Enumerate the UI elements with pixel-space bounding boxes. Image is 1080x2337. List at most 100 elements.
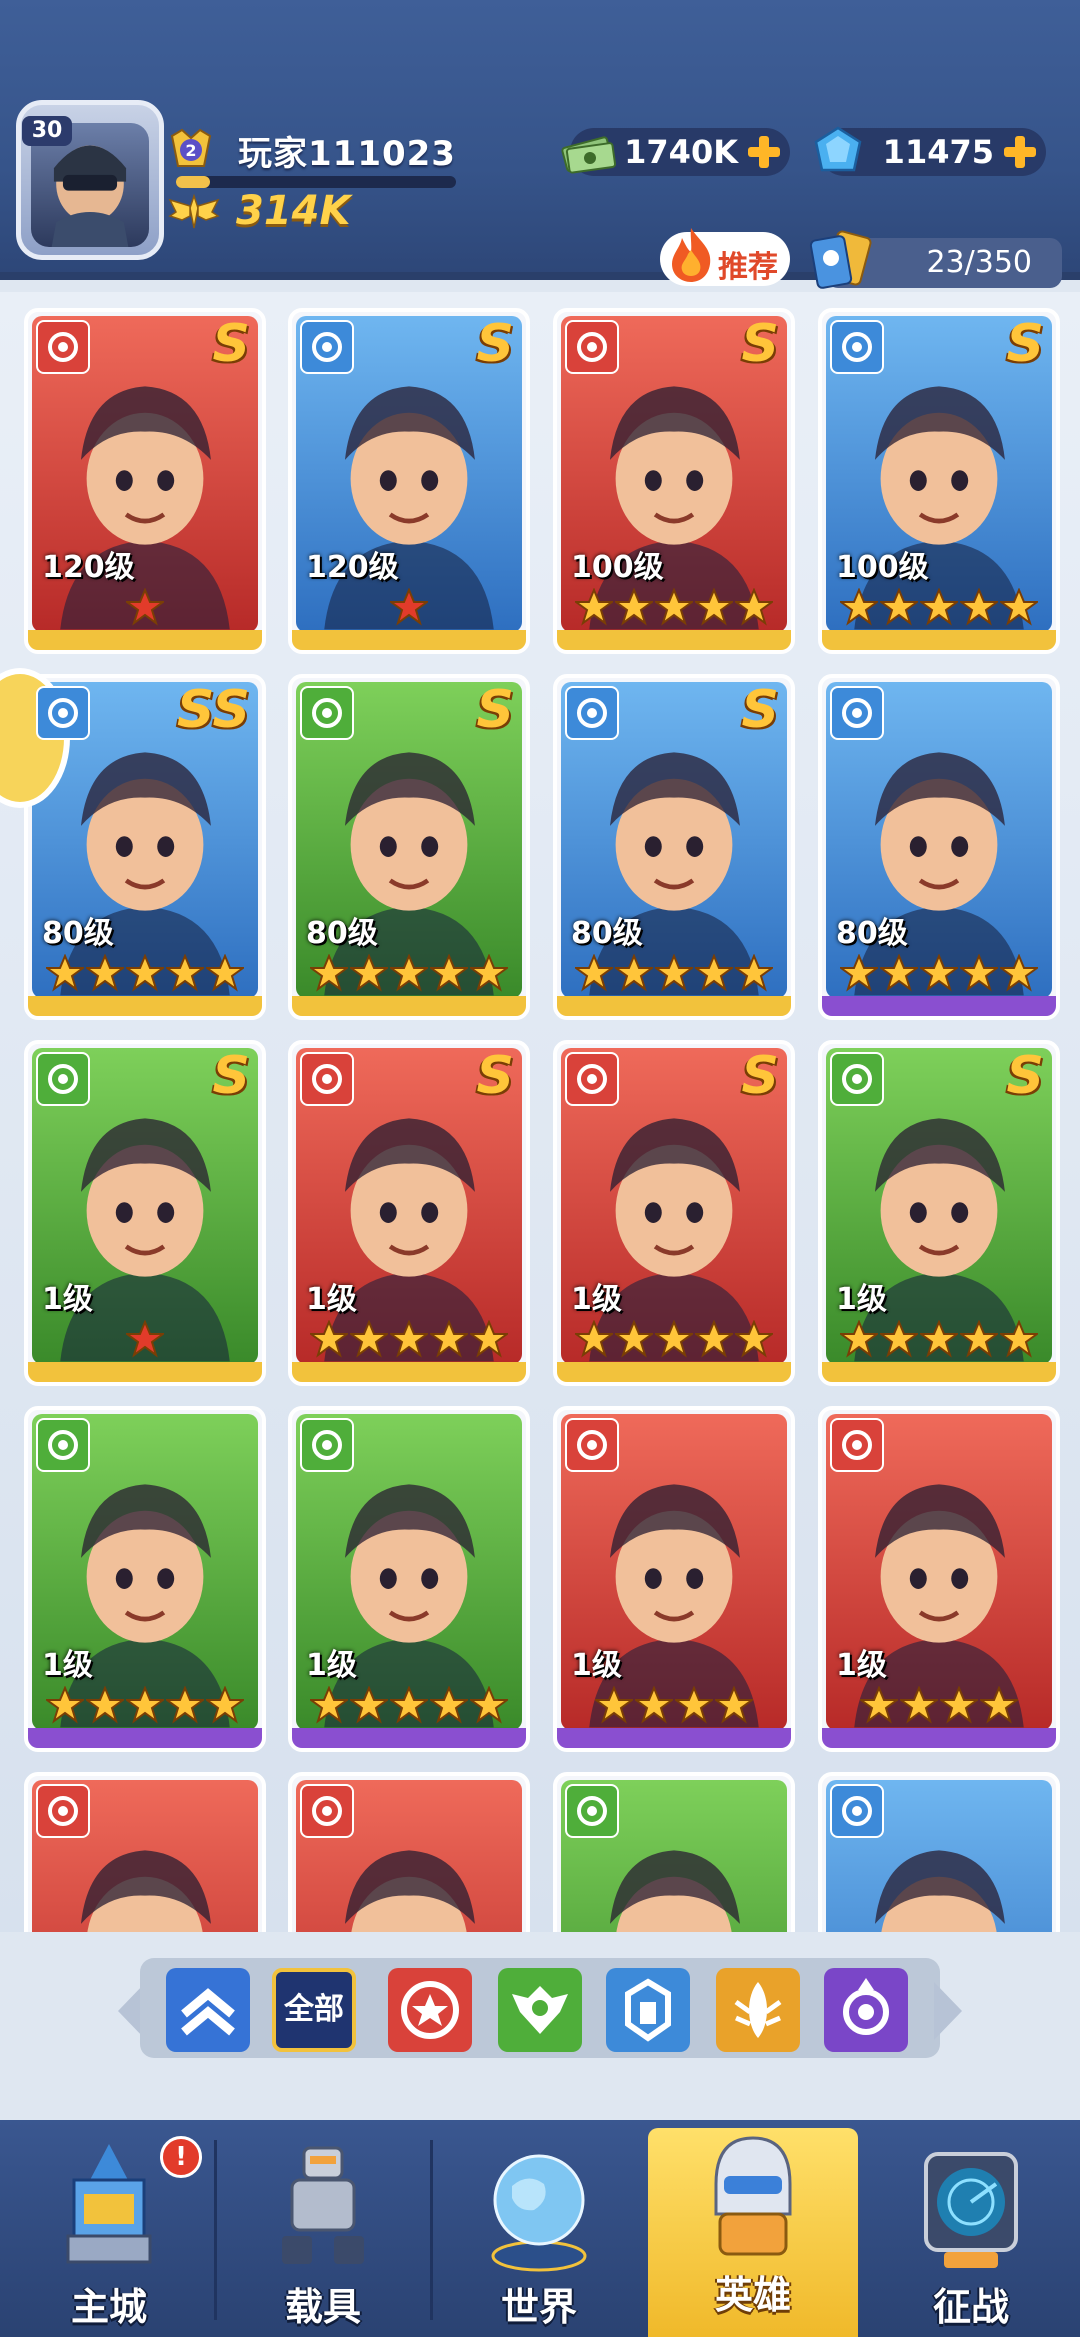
hero-card[interactable]: 80级 — [818, 674, 1060, 1020]
filter-green-faction-button[interactable] — [498, 1968, 582, 2052]
hero-level: 80级 — [306, 916, 378, 951]
hero-rarity: S — [741, 314, 779, 374]
filter-scroll-right-icon[interactable] — [928, 1976, 968, 2046]
hero-card-quality-strip — [557, 1362, 791, 1382]
diamond-value: 11475 — [882, 133, 994, 171]
star-icon — [86, 954, 124, 992]
faction-green-icon — [36, 1418, 90, 1472]
hero-card[interactable] — [288, 1772, 530, 1932]
filter-rank-icon — [181, 1988, 235, 2036]
hero-card[interactable]: 1级 — [818, 1406, 1060, 1752]
faction-red-icon — [36, 320, 90, 374]
star-icon — [430, 1320, 468, 1358]
hero-card[interactable]: S 100级 — [818, 308, 1060, 654]
hero-cards-icon — [809, 230, 872, 289]
hero-card[interactable]: 1级 — [553, 1406, 795, 1752]
hero-level: 120级 — [42, 550, 135, 585]
tab-world-label: 世界 — [500, 2285, 577, 2329]
hero-card[interactable]: S 120级 — [24, 308, 266, 654]
hero-card[interactable]: S 120级 — [288, 308, 530, 654]
hero-card[interactable]: S 80级 — [288, 674, 530, 1020]
hero-stars — [832, 954, 1046, 994]
star-icon — [920, 954, 958, 992]
hero-helmet-icon — [714, 2136, 792, 2256]
hero-card[interactable] — [818, 1772, 1060, 1932]
hero-card-quality-strip — [557, 996, 791, 1016]
hero-level: 1级 — [836, 1648, 887, 1683]
star-icon — [575, 954, 613, 992]
faction-blue-icon — [830, 686, 884, 740]
filter-purple-faction-button[interactable] — [824, 1968, 908, 2052]
filter-blue-faction-button[interactable] — [606, 1968, 690, 2052]
radar-icon — [924, 2152, 1018, 2268]
hero-card[interactable]: S 1级 — [553, 1040, 795, 1386]
star-icon — [880, 588, 918, 626]
hero-card[interactable]: S 80级 — [553, 674, 795, 1020]
star-icon — [635, 1686, 673, 1724]
hero-level: 120级 — [306, 550, 399, 585]
filter-blue-faction-icon — [625, 1978, 671, 2042]
hero-card[interactable]: S 1级 — [288, 1040, 530, 1386]
filter-gold-faction-icon — [734, 1982, 782, 2038]
diamond-icon — [814, 126, 862, 172]
hero-card[interactable]: 1级 — [24, 1406, 266, 1752]
star-icon — [206, 954, 244, 992]
hero-card-quality-strip — [292, 1362, 526, 1382]
star-icon — [126, 1686, 164, 1724]
hero-card[interactable]: S 100级 — [553, 308, 795, 654]
recommend-label: 推荐 — [718, 250, 778, 285]
hero-card-quality-strip — [292, 996, 526, 1016]
hero-card[interactable]: SS 80级 — [24, 674, 266, 1020]
hero-card-quality-strip — [557, 1728, 791, 1748]
hero-card[interactable]: S 1级 — [24, 1040, 266, 1386]
filter-gold-faction-button[interactable] — [716, 1968, 800, 2052]
tab-campaign-label: 征战 — [932, 2285, 1009, 2329]
hero-card[interactable]: S 1级 — [818, 1040, 1060, 1386]
hero-stars — [832, 1686, 1046, 1726]
hero-card[interactable]: 1级 — [288, 1406, 530, 1752]
faction-blue-icon — [830, 320, 884, 374]
add-cash-button[interactable] — [746, 134, 782, 170]
combat-power: 314K — [236, 188, 351, 234]
star-icon — [735, 588, 773, 626]
faction-blue-icon — [565, 686, 619, 740]
faction-red-icon — [565, 320, 619, 374]
hero-card-quality-strip — [822, 1362, 1056, 1382]
tab-world[interactable]: 世界 — [434, 2140, 644, 2337]
rank-number: 2 — [185, 141, 196, 160]
star-icon — [310, 954, 348, 992]
tab-campaign[interactable]: 征战 — [866, 2140, 1076, 2337]
add-diamond-button[interactable] — [1002, 134, 1038, 170]
filter-all-button[interactable]: 全部 — [272, 1968, 356, 2052]
faction-red-icon — [36, 1784, 90, 1838]
star-icon — [940, 1686, 978, 1724]
star-icon — [900, 1686, 938, 1724]
hero-stars — [38, 588, 252, 628]
tab-vehicle-label: 载具 — [284, 2285, 361, 2329]
hero-card[interactable] — [553, 1772, 795, 1932]
hero-card[interactable] — [24, 1772, 266, 1932]
faction-red-icon — [565, 1418, 619, 1472]
hero-level: 1级 — [836, 1282, 887, 1317]
tab-vehicle[interactable]: 载具 — [218, 2140, 428, 2337]
mech-icon — [282, 2146, 364, 2264]
filter-rank-button[interactable] — [166, 1968, 250, 2052]
filter-red-faction-button[interactable] — [388, 1968, 472, 2052]
star-icon — [880, 954, 918, 992]
hero-stars — [302, 1686, 516, 1726]
star-icon — [960, 588, 998, 626]
star-icon — [920, 1320, 958, 1358]
rank-badge-icon: 2 — [170, 128, 212, 167]
star-icon — [126, 588, 164, 626]
hero-rarity: S — [476, 680, 514, 740]
star-icon — [715, 1686, 753, 1724]
star-icon — [920, 588, 958, 626]
star-icon — [470, 1320, 508, 1358]
tab-hero[interactable]: 英雄 — [648, 2128, 858, 2337]
hero-rarity: S — [1006, 314, 1044, 374]
recommend-button[interactable]: 推荐 — [660, 228, 790, 286]
star-icon — [960, 1320, 998, 1358]
hero-card-quality-strip — [28, 630, 262, 650]
hero-level: 1级 — [571, 1648, 622, 1683]
player-name: 玩家111023 — [238, 134, 456, 174]
